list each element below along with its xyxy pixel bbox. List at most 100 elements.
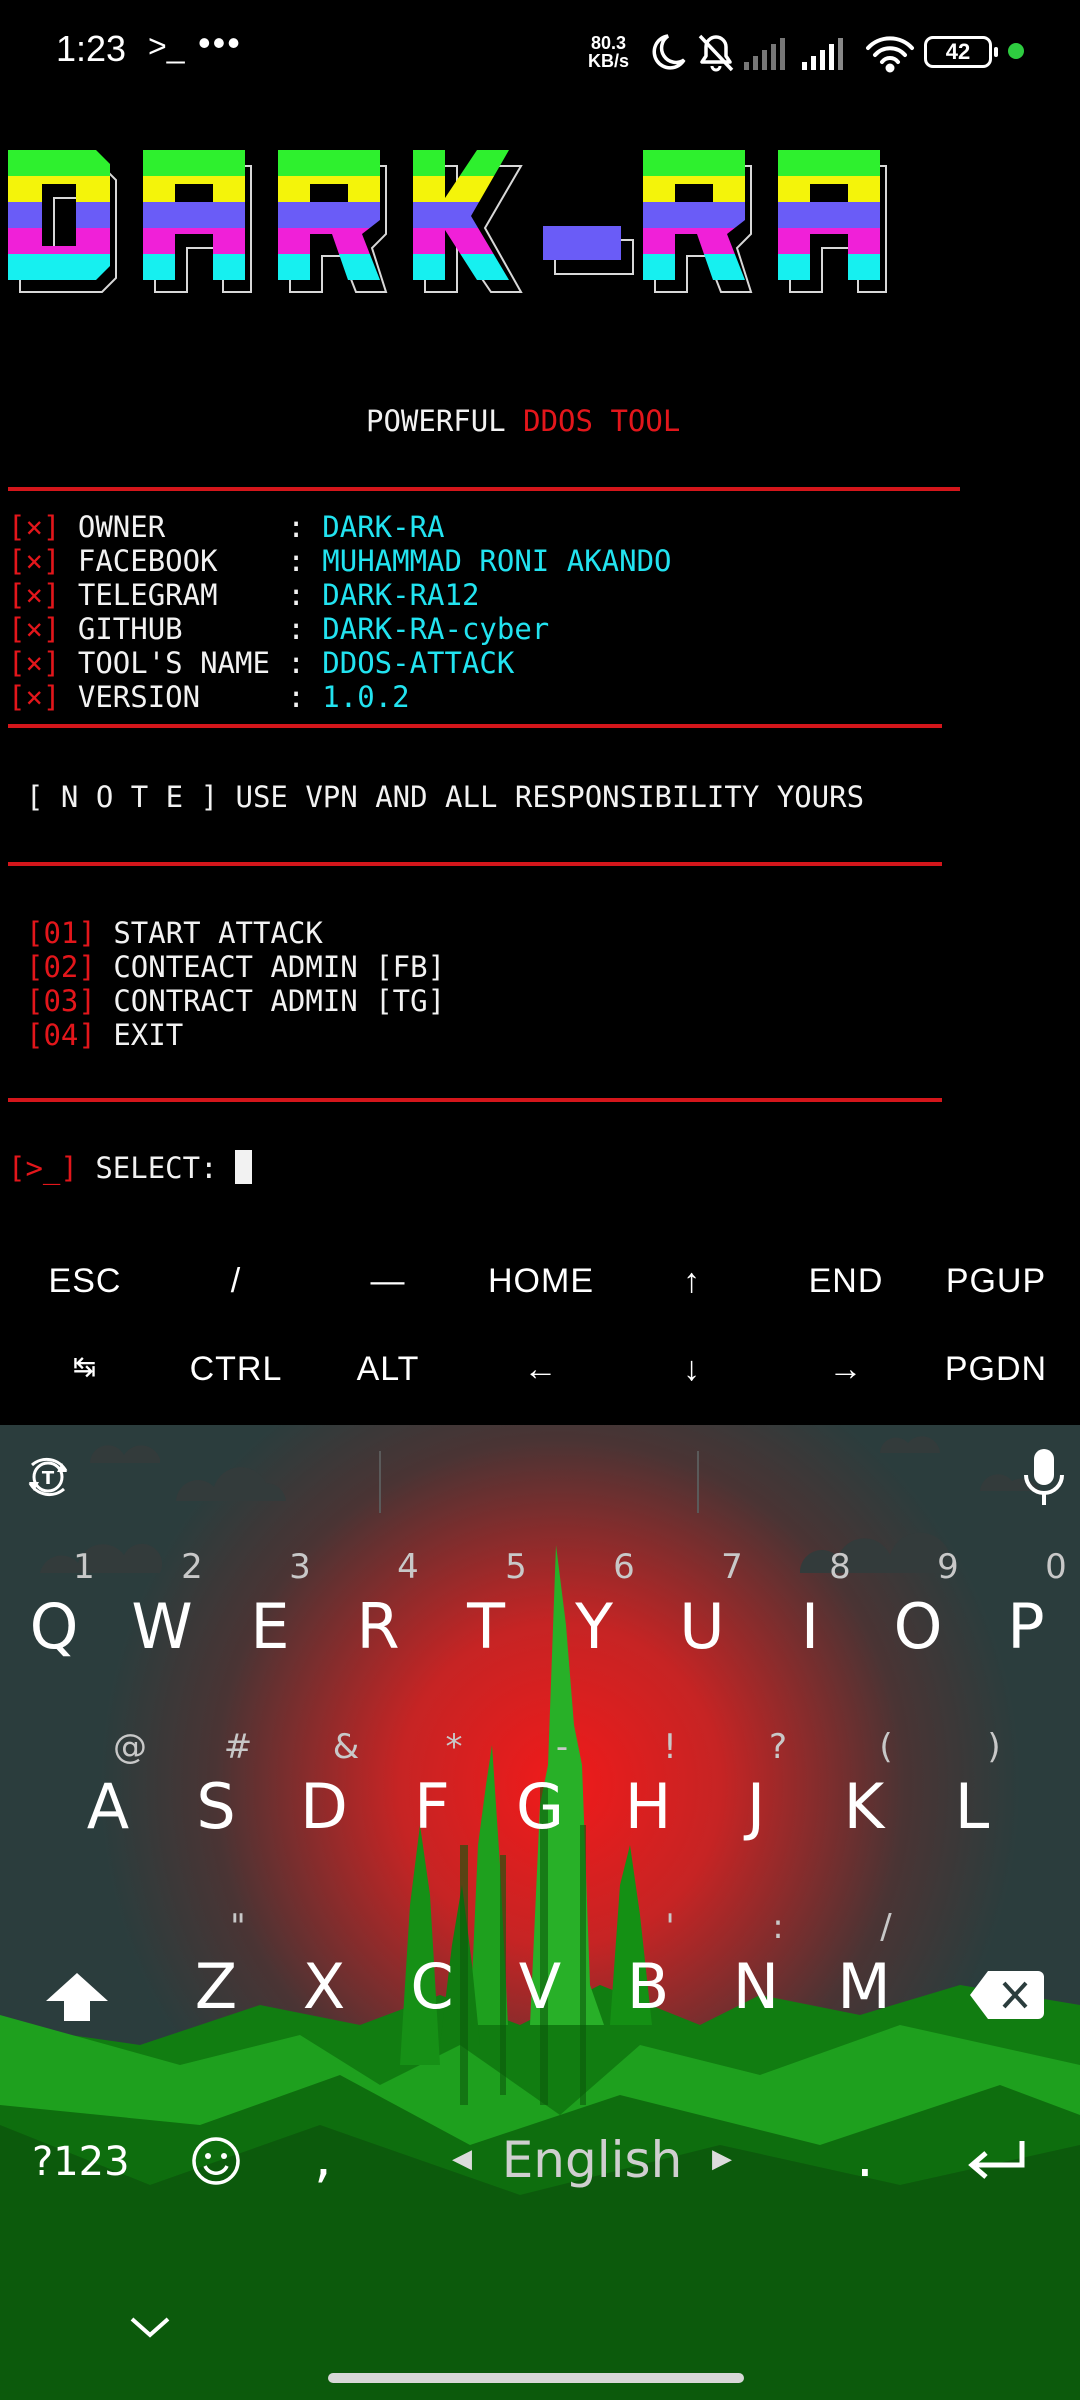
- info-value: DARK-RA12: [322, 578, 480, 612]
- key-hint: 0: [1045, 1547, 1067, 1587]
- logo-letter-k: [413, 150, 523, 293]
- dash-key[interactable]: —: [311, 1262, 465, 1301]
- gesture-navigation-bar[interactable]: [328, 2373, 744, 2383]
- key-hint: 6: [613, 1547, 635, 1587]
- menu-option[interactable]: [03] CONTRACT ADMIN [TG]: [26, 984, 445, 1018]
- text-correction-icon[interactable]: T: [22, 1451, 74, 1503]
- key-hint: &: [332, 1727, 360, 1767]
- logo-letter-a2: [778, 150, 887, 293]
- key-hint: 7: [721, 1547, 743, 1587]
- symbols-key[interactable]: ?123: [32, 2139, 130, 2185]
- key-j[interactable]: J: [702, 1770, 810, 1843]
- key-h[interactable]: H: [594, 1770, 702, 1843]
- left-arrow-key[interactable]: ←: [464, 1350, 618, 1389]
- logo-letter-d: [8, 150, 117, 293]
- info-bullet: [×]: [8, 578, 61, 612]
- key-hint: @: [113, 1727, 147, 1767]
- space-bar[interactable]: ◀ English ▶: [452, 2131, 732, 2189]
- tab-key[interactable]: ↹: [8, 1350, 162, 1383]
- menu-option[interactable]: [02] CONTEACT ADMIN [FB]: [26, 950, 445, 984]
- menu-option[interactable]: [01] START ATTACK: [26, 916, 323, 950]
- key-l[interactable]: L: [918, 1770, 1026, 1843]
- key-k[interactable]: K: [810, 1770, 918, 1843]
- slash-key[interactable]: /: [159, 1262, 313, 1301]
- end-key[interactable]: END: [769, 1262, 923, 1301]
- key-hint: -: [555, 1727, 569, 1767]
- down-arrow-key[interactable]: ↓: [615, 1350, 769, 1389]
- alt-key[interactable]: ALT: [311, 1350, 465, 1389]
- key-t[interactable]: T: [432, 1590, 540, 1663]
- select-prompt[interactable]: [>_] SELECT:: [8, 1150, 252, 1185]
- key-s[interactable]: S: [162, 1770, 270, 1843]
- key-hint: (: [879, 1727, 893, 1767]
- menu-option-label: CONTEACT ADMIN [FB]: [113, 950, 446, 984]
- dark-ra-ascii-logo: [8, 150, 887, 293]
- key-g[interactable]: G: [486, 1770, 594, 1843]
- key-c[interactable]: C: [378, 1950, 486, 2023]
- esc-key[interactable]: ESC: [8, 1262, 162, 1301]
- shift-key[interactable]: [42, 1967, 112, 2027]
- key-w[interactable]: W: [108, 1590, 216, 1663]
- key-d[interactable]: D: [270, 1770, 378, 1843]
- enter-key[interactable]: [966, 2137, 1030, 2185]
- key-u[interactable]: U: [648, 1590, 756, 1663]
- divider: [8, 862, 942, 866]
- key-hint: #: [223, 1727, 253, 1767]
- info-separator: :: [287, 612, 323, 646]
- logo-letter-a1: [143, 150, 252, 293]
- info-bullet: [×]: [8, 646, 61, 680]
- key-i[interactable]: I: [756, 1590, 864, 1663]
- key-y[interactable]: Y: [540, 1590, 648, 1663]
- key-n[interactable]: N: [702, 1950, 810, 2023]
- key-hint: :: [772, 1907, 784, 1947]
- hide-keyboard-icon[interactable]: [126, 2311, 174, 2343]
- key-hint: /: [880, 1907, 892, 1947]
- ctrl-key[interactable]: CTRL: [159, 1350, 313, 1389]
- info-row: [×] GITHUB : DARK-RA-cyber: [8, 612, 549, 646]
- key-hint: 8: [829, 1547, 851, 1587]
- info-label: TELEGRAM: [77, 578, 288, 612]
- clock: 1:23: [56, 28, 127, 69]
- key-b[interactable]: B: [594, 1950, 702, 2023]
- menu-option-label: EXIT: [113, 1018, 184, 1052]
- key-p[interactable]: P: [972, 1590, 1080, 1663]
- info-row: [×] TOOL'S NAME : DDOS-ATTACK: [8, 646, 514, 680]
- key-x[interactable]: X: [270, 1950, 378, 2023]
- home-key[interactable]: HOME: [464, 1262, 618, 1301]
- comma-key[interactable]: ,: [314, 2125, 332, 2190]
- key-o[interactable]: O: [864, 1590, 972, 1663]
- info-bullet: [×]: [8, 544, 61, 578]
- info-value: DARK-RA: [322, 510, 445, 544]
- menu-option-label: START ATTACK: [113, 916, 323, 950]
- period-key[interactable]: .: [856, 2125, 874, 2190]
- info-row: [×] VERSION : 1.0.2: [8, 680, 410, 714]
- info-label: VERSION: [77, 680, 288, 714]
- microphone-icon[interactable]: [1018, 1445, 1070, 1511]
- key-v[interactable]: V: [486, 1950, 594, 2023]
- key-z[interactable]: Z: [162, 1950, 270, 2023]
- key-m[interactable]: M: [810, 1950, 918, 2023]
- key-e[interactable]: E: [216, 1590, 324, 1663]
- key-r[interactable]: R: [324, 1590, 432, 1663]
- key-a[interactable]: A: [54, 1770, 162, 1843]
- divider: [8, 1098, 942, 1102]
- bell-muted-icon: [698, 34, 734, 72]
- emoji-key[interactable]: [188, 2133, 244, 2189]
- backspace-key[interactable]: [968, 1967, 1044, 2023]
- menu-option[interactable]: [04] EXIT: [26, 1018, 183, 1052]
- pgup-key[interactable]: PGUP: [919, 1262, 1073, 1301]
- up-arrow-key[interactable]: ↑: [615, 1262, 769, 1301]
- info-separator: :: [287, 680, 323, 714]
- info-separator: :: [287, 578, 323, 612]
- key-q[interactable]: Q: [0, 1590, 108, 1663]
- key-f[interactable]: F: [378, 1770, 486, 1843]
- pgdn-key[interactable]: PGDN: [919, 1350, 1073, 1389]
- right-arrow-key[interactable]: →: [769, 1350, 923, 1389]
- privacy-indicator-icon: [1008, 43, 1024, 59]
